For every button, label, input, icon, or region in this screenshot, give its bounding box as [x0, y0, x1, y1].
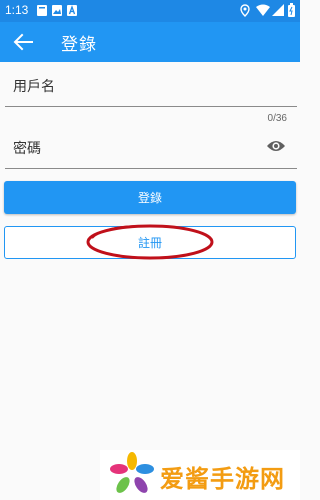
password-label: 密碼	[13, 141, 41, 157]
watermark-text: 爱酱手游网	[160, 465, 285, 493]
status-bar: 1:13	[0, 0, 300, 22]
location-icon	[240, 4, 250, 17]
status-time: 1:13	[5, 3, 29, 17]
page-title: 登錄	[61, 35, 97, 55]
notification-box-icon	[37, 5, 47, 16]
username-underline	[5, 106, 297, 107]
watermark: 爱酱手游网	[100, 450, 300, 500]
login-screen: 1:13 登錄 用戶名 0/36 密碼 登錄 註冊 爱酱手游网	[0, 0, 300, 500]
password-underline	[5, 168, 297, 169]
username-char-counter: 0/36	[267, 113, 287, 124]
back-arrow-icon[interactable]	[12, 32, 34, 52]
flower-logo-icon	[110, 452, 154, 493]
register-button[interactable]: 註冊	[4, 226, 296, 259]
signal-icon	[272, 4, 284, 16]
app-bar: 登錄	[0, 22, 300, 62]
wifi-icon	[256, 4, 270, 16]
login-button[interactable]: 登錄	[4, 181, 296, 214]
battery-icon	[288, 3, 295, 17]
a-letter-icon	[67, 5, 77, 16]
username-label: 用戶名	[13, 79, 55, 95]
image-icon	[52, 5, 62, 16]
eye-icon[interactable]	[266, 138, 286, 154]
